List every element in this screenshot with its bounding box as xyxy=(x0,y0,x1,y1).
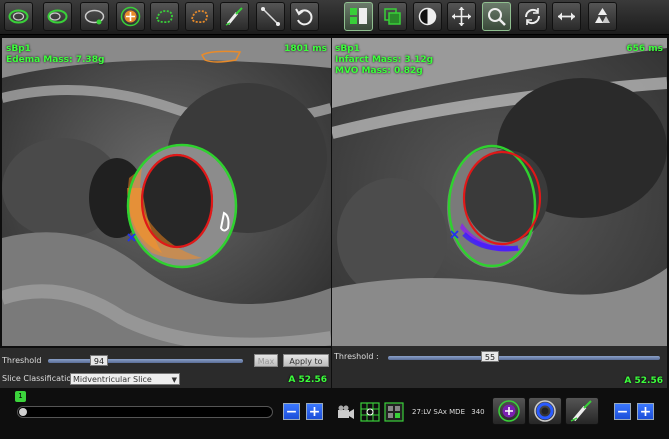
layout-toggle-button[interactable] xyxy=(344,2,373,31)
threshold-value[interactable]: 55 xyxy=(481,351,499,362)
refresh-icon xyxy=(524,8,541,25)
chevron-down-icon: ▼ xyxy=(171,376,177,384)
right-image-viewport[interactable]: sBp1 Infarct Mass: 3.12g MVO Mass: 0.82g… xyxy=(332,38,667,346)
target-add-icon xyxy=(498,400,520,422)
infarct-mass-readout: Infarct Mass: 3.12g xyxy=(335,55,434,65)
left-image-viewport[interactable]: sBp1 Edema Mass: 7.38g 1801 ms xyxy=(2,38,331,346)
right-threshold-panel: Threshold : 55 A 52.56 xyxy=(332,346,667,388)
zoom-out-button[interactable]: − xyxy=(614,403,631,420)
right-series-label: sBp1 xyxy=(335,44,360,54)
line-measure-icon xyxy=(261,7,280,26)
left-series-label: sBp1 xyxy=(6,44,31,54)
series-info: 27:LV SAx MDE 340 xyxy=(412,408,485,416)
copy-roi-button[interactable] xyxy=(378,2,407,31)
rotate-button[interactable] xyxy=(518,2,547,31)
slice-classification-select[interactable]: Midventricular Slice ▼ xyxy=(70,373,180,385)
frame-marker: 1 xyxy=(15,391,26,402)
ellipse-roi-icon xyxy=(47,9,68,24)
threshold-value[interactable]: 94 xyxy=(90,355,108,366)
eraser-brush-icon xyxy=(570,400,592,422)
recycle-icon xyxy=(595,8,610,23)
left-time-readout: 1801 ms xyxy=(284,44,327,54)
reset-button[interactable] xyxy=(588,2,617,31)
green-freehand-roi-tool[interactable] xyxy=(150,2,179,31)
lv-epi-roi-tool[interactable] xyxy=(43,2,72,31)
series-number: 340 xyxy=(471,408,485,416)
toolbar xyxy=(0,0,669,35)
window-level-button[interactable] xyxy=(413,2,442,31)
cine-grid-icon[interactable] xyxy=(360,402,380,422)
right-time-readout: 656 ms xyxy=(626,44,663,54)
flip-button[interactable] xyxy=(552,2,581,31)
add-roi-tool[interactable] xyxy=(116,2,145,31)
eraser-brush-icon xyxy=(225,7,243,26)
threshold-label: Threshold xyxy=(2,356,42,365)
undo-button[interactable] xyxy=(290,2,319,31)
infarct-image xyxy=(332,38,667,346)
bottom-bar: 1 − + 27:LV SAx MDE 340 − + xyxy=(0,388,669,439)
frame-slider-thumb[interactable] xyxy=(19,408,27,416)
horizontal-arrows-icon xyxy=(558,12,575,21)
ellipse-roi-icon xyxy=(8,9,29,24)
target-ring-icon xyxy=(534,400,556,422)
apply-to-all-button[interactable]: Apply to all xyxy=(283,354,329,379)
threshold-label: Threshold : xyxy=(334,352,379,361)
max-button[interactable]: Max xyxy=(254,354,278,367)
edema-roi-button[interactable] xyxy=(492,397,526,425)
layout-icon xyxy=(350,8,367,24)
movie-camera-icon[interactable] xyxy=(337,404,355,420)
frame-slider[interactable] xyxy=(17,406,273,418)
zoom-button[interactable] xyxy=(482,2,511,31)
mvo-mass-readout: MVO Mass: 0.82g xyxy=(335,66,423,76)
right-angle-readout: A 52.56 xyxy=(624,376,663,386)
lv-endo-roi-tool[interactable] xyxy=(4,2,33,31)
series-label: 27:LV SAx MDE xyxy=(412,408,465,416)
pan-button[interactable] xyxy=(447,2,476,31)
move-arrows-icon xyxy=(452,7,471,26)
threshold-slider[interactable] xyxy=(48,359,243,363)
slice-classification-value: Midventricular Slice xyxy=(73,375,152,384)
contrast-icon xyxy=(418,7,437,26)
frame-increment-button[interactable]: + xyxy=(306,403,323,420)
edema-mass-readout: Edema Mass: 7.38g xyxy=(6,55,105,65)
dashed-roi-icon xyxy=(191,10,208,24)
left-threshold-panel: Threshold 94 Max Apply to all Slice Clas… xyxy=(0,348,331,388)
infarct-roi-button[interactable] xyxy=(528,397,562,425)
undo-icon xyxy=(295,8,313,26)
edema-image xyxy=(2,38,331,346)
infarct-eraser-button[interactable] xyxy=(565,397,599,425)
add-target-icon xyxy=(120,6,141,27)
threshold-slider[interactable] xyxy=(388,356,660,360)
slice-classification-label: Slice Classification xyxy=(2,374,77,383)
measure-line-tool[interactable] xyxy=(256,2,285,31)
series-thumbnail-icon[interactable] xyxy=(384,402,404,422)
ellipse-roi-icon xyxy=(84,9,105,25)
dashed-roi-icon xyxy=(156,10,173,24)
magnifier-icon xyxy=(488,8,506,26)
frame-decrement-button[interactable]: − xyxy=(283,403,300,420)
orange-freehand-roi-tool[interactable] xyxy=(185,2,214,31)
eraser-tool[interactable] xyxy=(220,2,249,31)
zoom-in-button[interactable]: + xyxy=(637,403,654,420)
rv-roi-tool[interactable] xyxy=(80,2,109,31)
left-angle-readout: A 52.56 xyxy=(288,375,327,385)
stacked-squares-icon xyxy=(384,8,401,25)
